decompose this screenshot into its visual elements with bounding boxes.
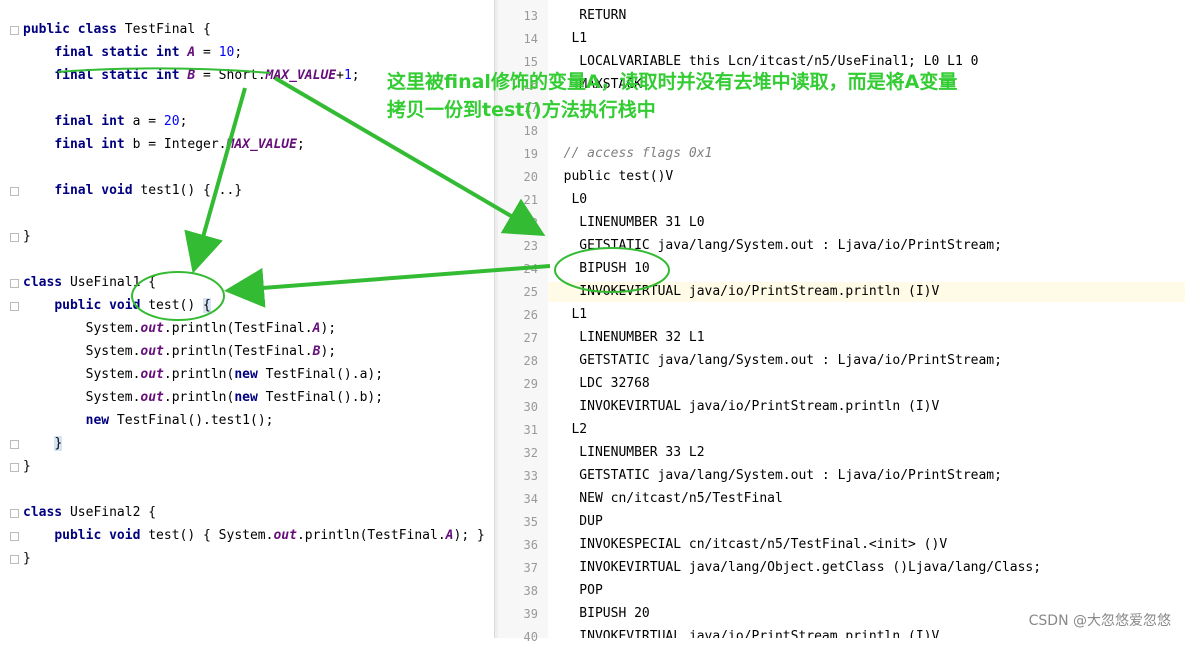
watermark: CSDN @大忽悠爱忽悠 [1028,613,1171,629]
annotation-arrows [57,67,670,321]
underline-stroke [57,67,271,74]
arrow-back-to-test [224,264,551,308]
circle-bipush-10 [554,247,670,293]
arrow-to-usefinal1 [184,87,247,274]
arrow-to-bytecode [273,76,546,237]
circle-test-method [131,271,225,321]
